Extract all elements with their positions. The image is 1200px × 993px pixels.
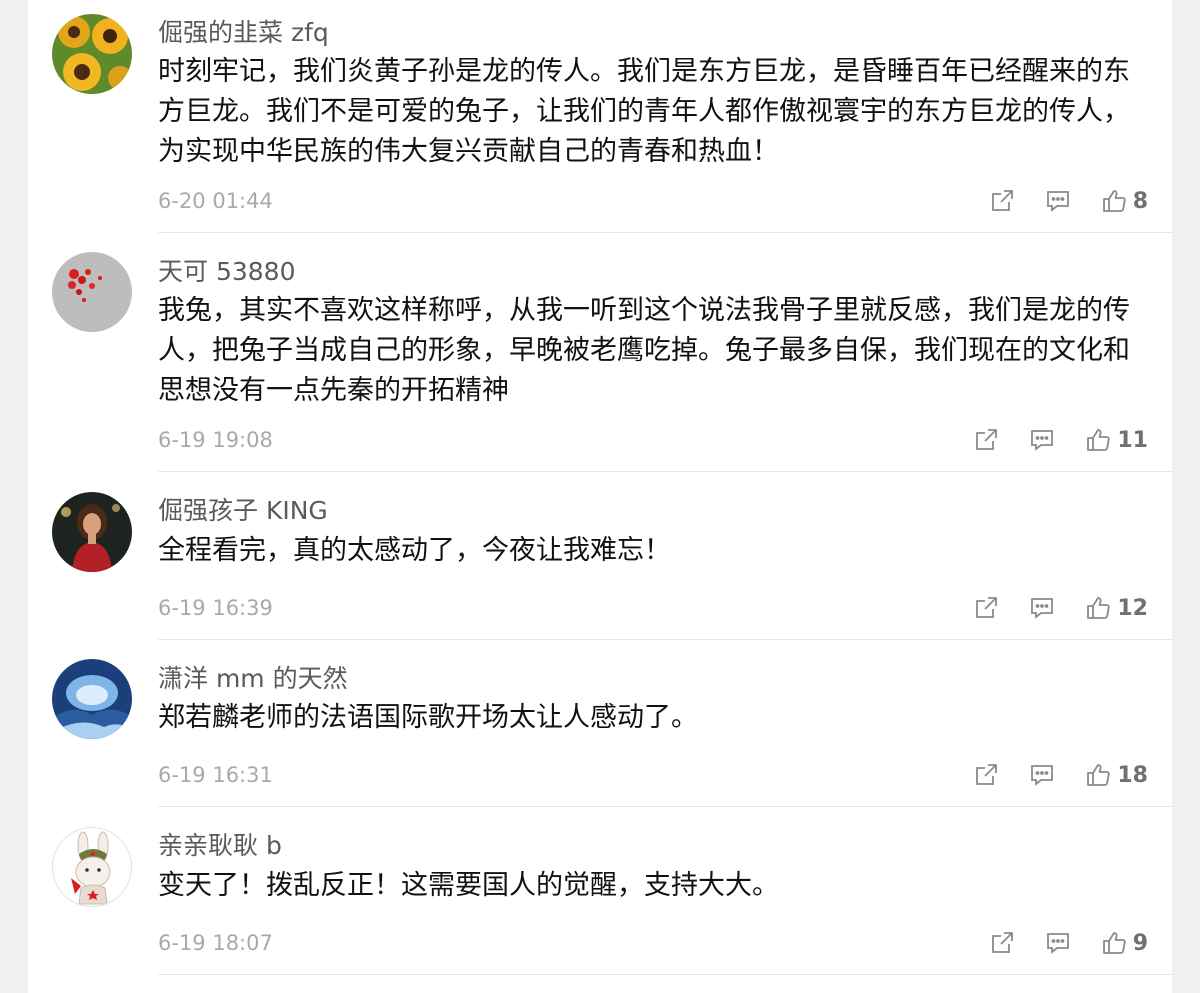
like-count: 11 (1117, 427, 1148, 453)
sunflower-avatar[interactable] (52, 14, 132, 94)
share-icon[interactable] (989, 188, 1015, 214)
thumbs-up-icon[interactable] (1101, 930, 1127, 956)
comment-actions: 9 (959, 927, 1148, 959)
timestamp: 6-19 19:08 (158, 428, 273, 452)
reply-icon[interactable] (1045, 188, 1071, 214)
comment-actions: 12 (943, 592, 1148, 624)
like-count: 12 (1117, 595, 1148, 621)
timestamp: 6-19 16:39 (158, 596, 273, 620)
comment-actions: 18 (943, 759, 1148, 791)
comment-text: 全程看完，真的太感动了，今夜让我难忘！ (158, 535, 671, 566)
timestamp: 6-19 16:31 (158, 763, 273, 787)
thumbs-up-icon[interactable] (1085, 762, 1111, 788)
share-icon[interactable] (989, 930, 1015, 956)
username[interactable]: 倔强孩子 KING (158, 495, 328, 527)
reply-icon[interactable] (1029, 762, 1055, 788)
comment-actions: 11 (943, 424, 1148, 456)
like-count: 18 (1117, 762, 1148, 788)
thumbs-up-icon[interactable] (1085, 427, 1111, 453)
ice-landscape-avatar[interactable] (52, 659, 132, 739)
like-count: 9 (1132, 930, 1148, 956)
timestamp: 6-19 18:07 (158, 931, 273, 955)
divider (158, 806, 1172, 807)
comment-text: 变天了！拨乱反正！这需要国人的觉醒，支持大大。 (158, 870, 779, 901)
thumbs-up-icon[interactable] (1101, 188, 1127, 214)
woman-portrait-avatar[interactable] (52, 492, 132, 572)
thumbs-up-icon[interactable] (1085, 595, 1111, 621)
comment-text: 郑若麟老师的法语国际歌开场太让人感动了。 (158, 702, 698, 733)
divider (158, 974, 1172, 975)
cartoon-rabbit-avatar[interactable] (52, 827, 132, 907)
reply-icon[interactable] (1045, 930, 1071, 956)
timestamp: 6-20 01:44 (158, 189, 273, 213)
username[interactable]: 天可 53880 (158, 256, 295, 288)
username[interactable]: 亲亲耿耿 b (158, 830, 282, 862)
reply-icon[interactable] (1029, 427, 1055, 453)
divider (158, 639, 1172, 640)
like-count: 8 (1132, 188, 1148, 214)
divider (158, 232, 1172, 233)
share-icon[interactable] (973, 762, 999, 788)
comment-list: 倔强的韭菜 zfq 时刻牢记，我们炎黄子孙是龙的传人。我们是东方巨龙，是昏睡百年… (28, 0, 1172, 993)
comment-actions: 8 (959, 185, 1148, 217)
username[interactable]: 潇洋 mm 的天然 (158, 663, 348, 695)
comment-text: 时刻牢记，我们炎黄子孙是龙的传人。我们是东方巨龙，是昏睡百年已经醒来的东方巨龙。… (158, 56, 1130, 167)
username[interactable]: 倔强的韭菜 zfq (158, 17, 329, 49)
reply-icon[interactable] (1029, 595, 1055, 621)
share-icon[interactable] (973, 595, 999, 621)
divider (158, 471, 1172, 472)
red-berries-avatar[interactable] (52, 252, 132, 332)
comment-text: 我兔，其实不喜欢这样称呼，从我一听到这个说法我骨子里就反感，我们是龙的传人，把兔… (158, 295, 1130, 406)
share-icon[interactable] (973, 427, 999, 453)
